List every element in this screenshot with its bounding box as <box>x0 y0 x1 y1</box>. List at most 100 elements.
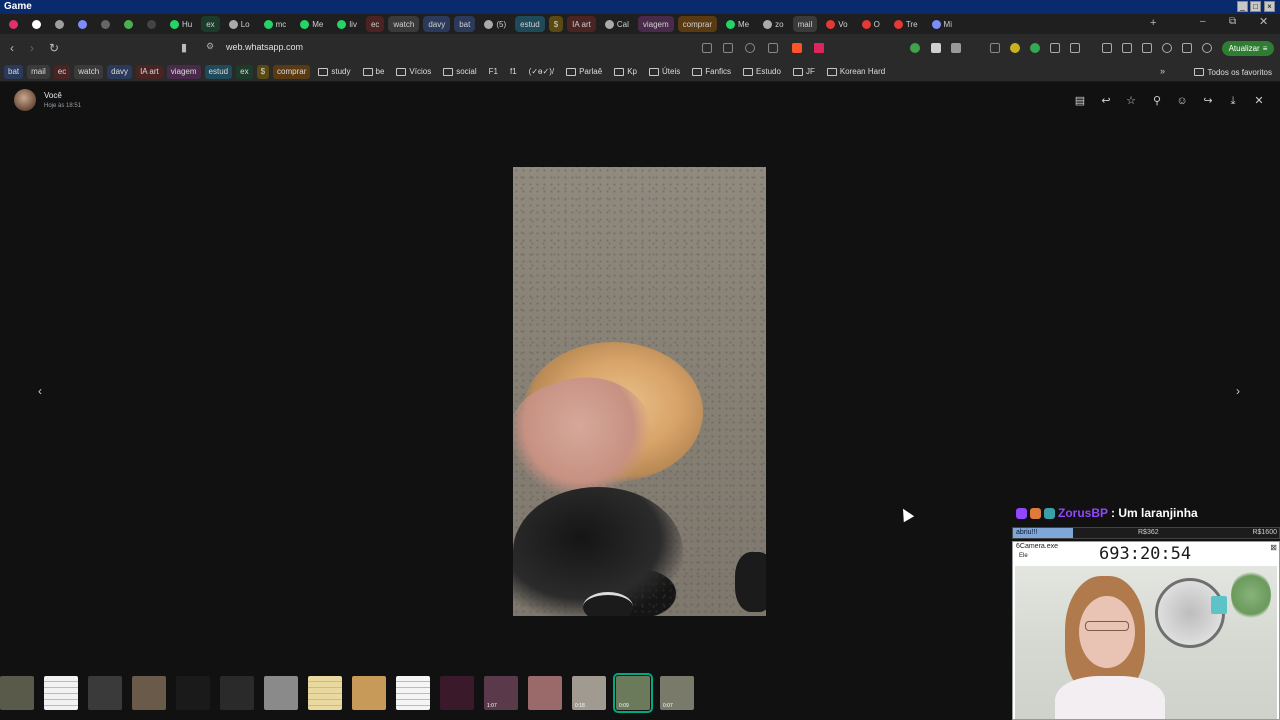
tab[interactable]: bat <box>454 16 476 32</box>
zoom-icon[interactable] <box>745 43 755 53</box>
media-thumbnail[interactable]: 1:07 <box>484 676 518 710</box>
camera-close-icon[interactable]: ⊠ <box>1270 543 1277 552</box>
media-thumbnail[interactable] <box>44 676 78 710</box>
restore-icon[interactable]: ⧉ <box>1229 16 1236 27</box>
media-thumbnail[interactable] <box>88 676 122 710</box>
bookmark-item[interactable]: be <box>359 65 389 79</box>
bookmark-item[interactable]: comprar <box>273 64 311 79</box>
minimize-icon[interactable]: – <box>1200 16 1206 27</box>
update-button[interactable]: Atualizar ≡ <box>1222 41 1274 56</box>
bookmark-icon[interactable]: ▮ <box>181 41 187 54</box>
forward-icon[interactable]: › <box>30 41 34 55</box>
extension-dot-icon[interactable] <box>1030 43 1040 53</box>
close-viewer-icon[interactable]: ✕ <box>1252 94 1266 108</box>
bookmark-item[interactable]: bat <box>4 64 24 79</box>
tab[interactable]: Tre <box>889 16 923 32</box>
media-thumbnail[interactable]: 0:18 <box>572 676 606 710</box>
share-icon[interactable] <box>768 43 778 53</box>
tab[interactable]: (5) <box>479 16 511 32</box>
tab[interactable] <box>73 16 92 32</box>
media-thumbnail[interactable] <box>352 676 386 710</box>
tab[interactable]: $ <box>548 16 564 32</box>
bookmark-item[interactable]: social <box>439 65 480 79</box>
bookmark-item[interactable]: Úteis <box>645 65 684 79</box>
tab[interactable]: ec <box>365 16 385 32</box>
media-thumbnail[interactable] <box>308 676 342 710</box>
media-thumbnail[interactable] <box>396 676 430 710</box>
tab[interactable]: ex <box>201 16 220 32</box>
vpn-icon[interactable] <box>1162 43 1172 53</box>
bookmark-item[interactable]: Korean Hard <box>823 65 889 79</box>
bookmark-item[interactable]: ec <box>53 64 71 79</box>
close-icon[interactable]: ✕ <box>1259 15 1268 28</box>
bookmark-item[interactable]: study <box>314 65 354 79</box>
tab[interactable]: O <box>857 16 885 32</box>
star-icon[interactable]: ☆ <box>1124 94 1138 108</box>
media-thumbnail[interactable] <box>0 676 34 710</box>
reload-icon[interactable]: ↻ <box>49 41 59 55</box>
bookmark-item[interactable]: Kp <box>610 65 641 79</box>
extension-box-icon[interactable] <box>990 43 1000 53</box>
bookmark-item[interactable]: ex <box>236 64 253 79</box>
bookmark-item[interactable]: davy <box>107 64 133 79</box>
tab[interactable]: mc <box>259 16 292 32</box>
site-info-icon[interactable]: ⚙ <box>206 41 214 52</box>
reply-icon[interactable]: ↩ <box>1099 94 1113 108</box>
bookmark-item[interactable]: viagem <box>166 64 201 79</box>
extension-green-icon[interactable] <box>910 43 920 53</box>
next-media-icon[interactable]: › <box>1231 384 1245 398</box>
close-window-button[interactable]: × <box>1264 1 1275 12</box>
brave-shield-icon[interactable] <box>792 43 802 53</box>
back-icon[interactable]: ‹ <box>10 41 14 55</box>
grid-icon[interactable]: ▤ <box>1073 94 1087 108</box>
tab[interactable]: watch <box>388 16 420 32</box>
minimize-button[interactable]: _ <box>1237 1 1248 12</box>
shield-icon[interactable] <box>1182 43 1192 53</box>
tab[interactable] <box>50 16 69 32</box>
pin-icon[interactable]: ⚲ <box>1150 94 1164 108</box>
tab[interactable] <box>27 16 46 32</box>
extension-gray-icon[interactable] <box>931 43 941 53</box>
bookmark-item[interactable]: Fanfics <box>688 65 735 79</box>
more-bookmarks-icon[interactable]: » <box>1160 66 1165 76</box>
tab[interactable]: zo <box>758 16 788 32</box>
media-thumbnail[interactable] <box>220 676 254 710</box>
tab[interactable] <box>119 16 138 32</box>
tab[interactable]: Mi <box>927 16 957 32</box>
tab[interactable]: Hu <box>165 16 197 32</box>
emoji-icon[interactable]: ☺ <box>1175 94 1189 108</box>
screenshot-icon[interactable] <box>1070 43 1080 53</box>
extension-yellow-icon[interactable] <box>1010 43 1020 53</box>
bookmark-item[interactable]: Estudo <box>739 65 785 79</box>
bookmark-item[interactable]: Vícios <box>392 65 435 79</box>
download-icon[interactable]: ⤓ <box>1226 94 1240 108</box>
tab[interactable]: comprar <box>677 16 717 32</box>
tab[interactable]: viagem <box>637 16 674 32</box>
bookmark-item[interactable]: mail <box>27 64 50 79</box>
extension-icon[interactable] <box>951 43 961 53</box>
puzzle-icon[interactable] <box>1050 43 1060 53</box>
tab[interactable]: mail <box>792 16 818 32</box>
tab[interactable]: Lo <box>224 16 255 32</box>
media-thumbnail[interactable] <box>132 676 166 710</box>
bookmark-item[interactable]: IA art <box>136 64 163 79</box>
new-tab-icon[interactable]: + <box>1150 17 1156 29</box>
media-thumbnail[interactable] <box>264 676 298 710</box>
media-thumbnail[interactable] <box>528 676 562 710</box>
tab[interactable]: Vo <box>821 16 852 32</box>
previous-media-icon[interactable]: ‹ <box>33 384 47 398</box>
tab[interactable]: estud <box>515 16 545 32</box>
bookmark-item[interactable]: (✓ɵ✓)/ <box>525 65 558 79</box>
bookmark-item[interactable]: $ <box>256 64 270 79</box>
bookmark-item[interactable]: watch <box>74 64 104 79</box>
media-thumbnail[interactable]: 0:09 <box>613 673 653 713</box>
bookmark-item[interactable]: estud <box>204 64 233 79</box>
all-bookmarks-button[interactable]: Todos os favoritos <box>1193 62 1272 82</box>
url-field[interactable]: ⚙ web.whatsapp.com <box>200 38 840 58</box>
bookmark-item[interactable]: f1 <box>506 65 521 79</box>
tab[interactable]: liv <box>332 16 362 32</box>
maximize-button[interactable]: □ <box>1250 1 1261 12</box>
music-icon[interactable] <box>1102 43 1112 53</box>
media-image[interactable] <box>513 167 766 616</box>
forward-icon[interactable]: ↪ <box>1201 94 1215 108</box>
